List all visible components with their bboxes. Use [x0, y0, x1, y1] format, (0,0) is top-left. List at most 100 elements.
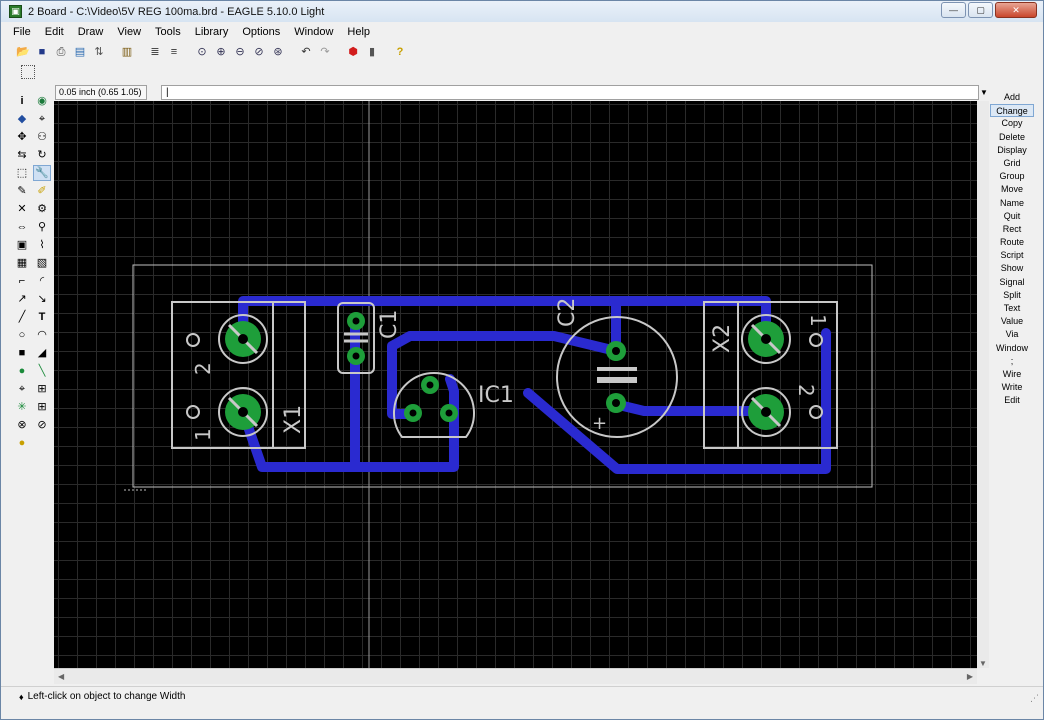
menu-view[interactable]: View: [117, 26, 141, 38]
cmd-route[interactable]: Route: [990, 236, 1034, 249]
go-icon[interactable]: ▮: [364, 44, 380, 60]
errors-icon[interactable]: ●: [13, 435, 31, 451]
grid-icon[interactable]: [21, 65, 35, 79]
vertical-scrollbar[interactable]: ▼: [977, 101, 989, 668]
show-eye-icon[interactable]: ◉: [33, 93, 51, 109]
delete-icon[interactable]: ✐: [33, 183, 51, 199]
cmd-separator[interactable]: ;: [990, 355, 1034, 368]
signal-icon[interactable]: ╲: [33, 363, 51, 379]
optimize-icon[interactable]: ⌐: [13, 273, 31, 289]
group-icon[interactable]: ⬚: [13, 165, 31, 181]
stop-icon[interactable]: ⬢: [345, 44, 361, 60]
scroll-right-icon[interactable]: ▶: [967, 672, 973, 681]
cmd-quit[interactable]: Quit: [990, 210, 1034, 223]
name-icon[interactable]: ▦: [13, 255, 31, 271]
cmd-move[interactable]: Move: [990, 183, 1034, 196]
miter-icon[interactable]: ◜: [33, 273, 51, 289]
menu-draw[interactable]: Draw: [78, 26, 104, 38]
cmd-value[interactable]: Value: [990, 315, 1034, 328]
menu-library[interactable]: Library: [195, 26, 229, 38]
zoom-fit-icon[interactable]: ⊙: [194, 44, 210, 60]
cmd-display[interactable]: Display: [990, 144, 1034, 157]
ulp-icon[interactable]: ≡: [166, 44, 182, 60]
command-history-dropdown-icon[interactable]: ▼: [979, 88, 989, 97]
via-icon[interactable]: ●: [13, 363, 31, 379]
text-icon[interactable]: T: [33, 309, 51, 325]
display-layers-icon[interactable]: ◆: [13, 111, 31, 127]
maximize-button[interactable]: ▢: [968, 2, 993, 18]
cam-processor-icon[interactable]: ▤: [72, 44, 88, 60]
split-icon[interactable]: ⌇: [33, 237, 51, 253]
cmd-grid[interactable]: Grid: [990, 157, 1034, 170]
cmd-signal[interactable]: Signal: [990, 276, 1034, 289]
move-icon[interactable]: ✥: [13, 129, 31, 145]
menu-tools[interactable]: Tools: [155, 26, 181, 38]
replace-icon[interactable]: ⇔: [13, 219, 31, 235]
arc-icon[interactable]: ◠: [33, 327, 51, 343]
cmd-copy[interactable]: Copy: [990, 117, 1034, 130]
cmd-delete[interactable]: Delete: [990, 131, 1034, 144]
undo-icon[interactable]: ↶: [298, 44, 314, 60]
save-icon[interactable]: ■: [34, 44, 50, 60]
value-icon[interactable]: ▧: [33, 255, 51, 271]
scroll-down-icon[interactable]: ▼: [979, 659, 987, 668]
add-part-icon[interactable]: ⚙: [33, 201, 51, 217]
help-icon[interactable]: ?: [392, 44, 408, 60]
redraw-icon[interactable]: ⊘: [251, 44, 267, 60]
zoom-in-icon[interactable]: ⊕: [213, 44, 229, 60]
attribute-icon[interactable]: ⊞: [33, 381, 51, 397]
rotate-icon[interactable]: ↻: [33, 147, 51, 163]
rect-icon[interactable]: ■: [13, 345, 31, 361]
command-input[interactable]: |: [161, 84, 979, 100]
cmd-edit[interactable]: Edit: [990, 394, 1034, 407]
use-library-icon[interactable]: ▥: [119, 44, 135, 60]
cmd-via[interactable]: Via: [990, 328, 1034, 341]
script-icon[interactable]: ≣: [147, 44, 163, 60]
cmd-script[interactable]: Script: [990, 249, 1034, 262]
menu-options[interactable]: Options: [242, 26, 280, 38]
open-icon[interactable]: 📂: [15, 44, 31, 60]
route-icon[interactable]: ↗: [13, 291, 31, 307]
cmd-wire[interactable]: Wire: [990, 368, 1034, 381]
mirror-icon[interactable]: ⇆: [13, 147, 31, 163]
board-canvas[interactable]: X1 2 1 X2 1 2 C1 C2 IC1 +: [54, 101, 977, 668]
minimize-button[interactable]: —: [941, 2, 966, 18]
menu-edit[interactable]: Edit: [45, 26, 64, 38]
redo-icon[interactable]: ↷: [317, 44, 333, 60]
ratsnest-icon[interactable]: ✳: [13, 399, 31, 415]
info-icon[interactable]: i: [13, 93, 31, 109]
resize-grip-icon[interactable]: ⋰: [1030, 693, 1039, 704]
cmd-text[interactable]: Text: [990, 302, 1034, 315]
auto-icon[interactable]: ⊞: [33, 399, 51, 415]
cmd-name[interactable]: Name: [990, 197, 1034, 210]
scroll-left-icon[interactable]: ◀: [58, 672, 64, 681]
cmd-group[interactable]: Group: [990, 170, 1034, 183]
paste-icon[interactable]: ✎: [13, 183, 31, 199]
cmd-show[interactable]: Show: [990, 262, 1034, 275]
cmd-split[interactable]: Split: [990, 289, 1034, 302]
copy-icon[interactable]: ⚇: [33, 129, 51, 145]
lock-icon[interactable]: ⚲: [33, 219, 51, 235]
smash-icon[interactable]: ▣: [13, 237, 31, 253]
switch-schematic-icon[interactable]: ⇅: [91, 44, 107, 60]
cmd-add[interactable]: Add: [990, 91, 1034, 104]
mark-icon[interactable]: ⌖: [33, 111, 51, 127]
change-wrench-icon[interactable]: 🔧: [33, 165, 51, 181]
delete-x-icon[interactable]: ✕: [13, 201, 31, 217]
erc-icon[interactable]: ⊗: [13, 417, 31, 433]
wire-icon[interactable]: ╱: [13, 309, 31, 325]
ripup-icon[interactable]: ↘: [33, 291, 51, 307]
hole-icon[interactable]: ⌖: [13, 381, 31, 397]
cmd-window[interactable]: Window: [990, 342, 1034, 355]
zoom-select-icon[interactable]: ⊛: [270, 44, 286, 60]
menu-help[interactable]: Help: [347, 26, 370, 38]
menu-window[interactable]: Window: [294, 26, 333, 38]
drc-icon[interactable]: ⊘: [33, 417, 51, 433]
polygon-icon[interactable]: ◢: [33, 345, 51, 361]
cmd-rect[interactable]: Rect: [990, 223, 1034, 236]
print-icon[interactable]: ⎙: [53, 44, 69, 60]
circle-icon[interactable]: ○: [13, 327, 31, 343]
zoom-out-icon[interactable]: ⊖: [232, 44, 248, 60]
cmd-write[interactable]: Write: [990, 381, 1034, 394]
close-button[interactable]: ✕: [995, 2, 1037, 18]
